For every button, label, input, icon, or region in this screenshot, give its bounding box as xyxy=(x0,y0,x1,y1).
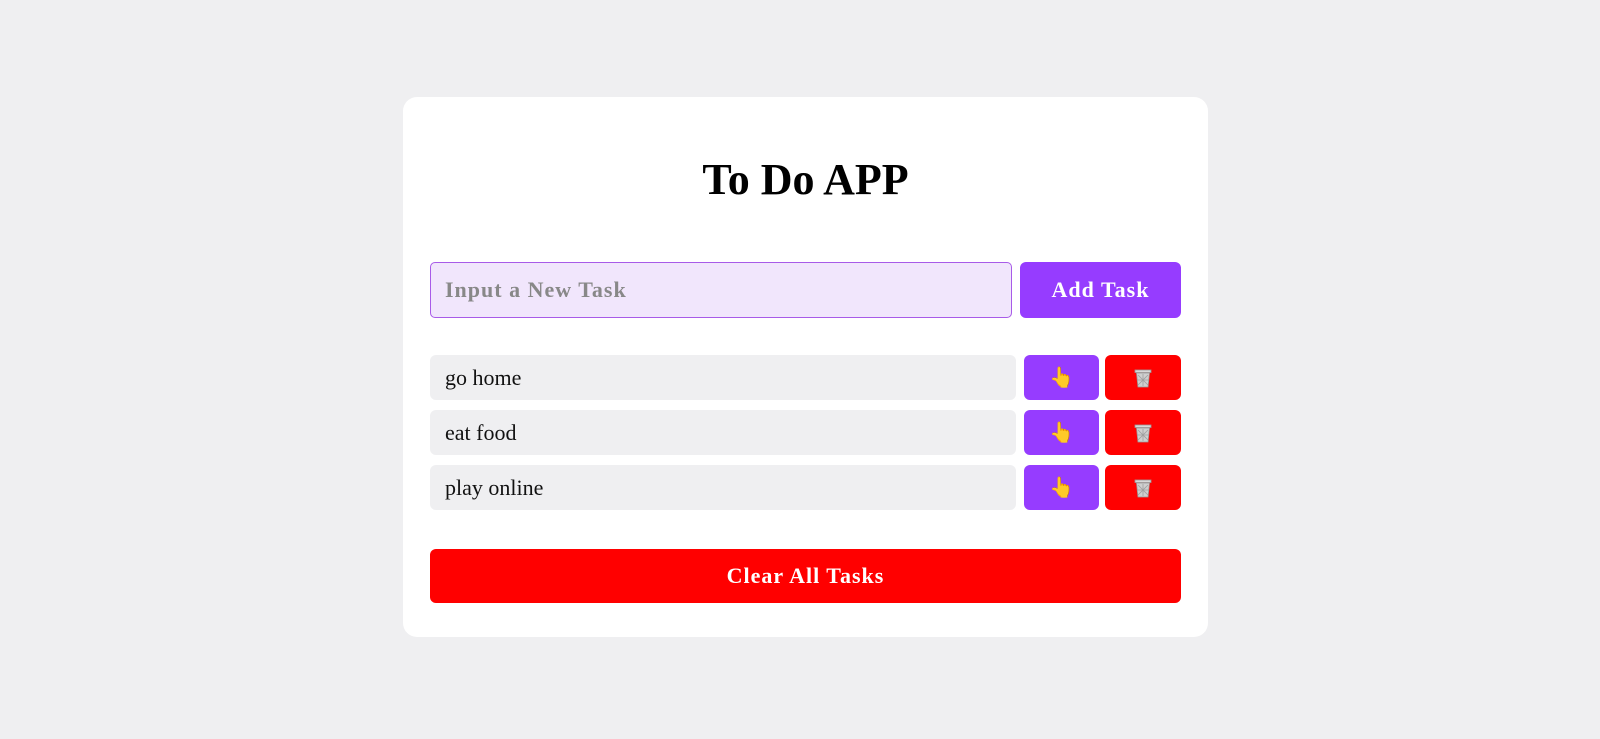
task-text[interactable]: go home xyxy=(430,355,1017,400)
task-list: go home 👆 eat food 👆 play online 👆 xyxy=(430,355,1181,520)
list-item: play online 👆 xyxy=(430,465,1181,510)
list-item: eat food 👆 xyxy=(430,410,1181,455)
page-title: To Do APP xyxy=(702,155,909,204)
delete-task-button[interactable] xyxy=(1105,410,1181,455)
pointing-hand-icon: 👆 xyxy=(1049,422,1075,444)
clear-all-button[interactable]: Clear All Tasks xyxy=(430,549,1181,603)
complete-task-button[interactable]: 👆 xyxy=(1024,355,1100,400)
delete-task-button[interactable] xyxy=(1105,355,1181,400)
trash-icon xyxy=(1134,479,1152,497)
pointing-hand-icon: 👆 xyxy=(1049,477,1075,499)
new-task-input[interactable] xyxy=(430,262,1012,318)
add-task-button[interactable]: Add Task xyxy=(1020,262,1181,318)
task-text[interactable]: eat food xyxy=(430,410,1017,455)
trash-icon xyxy=(1134,424,1152,442)
delete-task-button[interactable] xyxy=(1105,465,1181,510)
list-item: go home 👆 xyxy=(430,355,1181,400)
todo-card: To Do APP Add Task go home 👆 eat food 👆 xyxy=(403,97,1208,637)
complete-task-button[interactable]: 👆 xyxy=(1024,410,1100,455)
pointing-hand-icon: 👆 xyxy=(1049,367,1075,389)
trash-icon xyxy=(1134,369,1152,387)
task-text[interactable]: play online xyxy=(430,465,1017,510)
complete-task-button[interactable]: 👆 xyxy=(1024,465,1100,510)
